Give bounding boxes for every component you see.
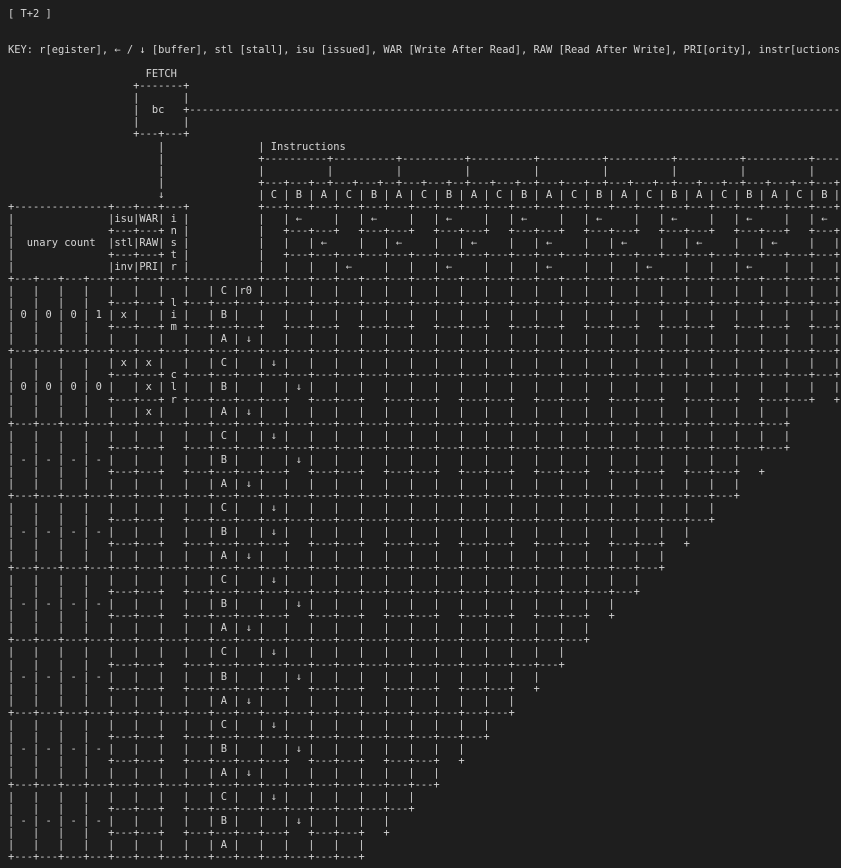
- terminal-line: | | | | +---+---+ m +---+---+---+ +---+-…: [8, 321, 841, 334]
- terminal-line: | unary count |stl|RAW| s | | | | ← | | …: [8, 236, 841, 249]
- terminal-line: | 0 | 0 | 0 | 1 | x | | i | | B | | | | …: [8, 309, 841, 322]
- terminal-line: | |isu|WAR| i | | | ← | | ← | | ← | | ← …: [8, 212, 828, 225]
- terminal-line: | - | - | - | - | | | | | B | | | ↓ | | …: [8, 598, 615, 611]
- terminal-line: | | | | | | | | | A | ↓ | | | | | | | |: [8, 766, 440, 779]
- terminal-line: | | | | | | | | | A | ↓ | | | | | | | | …: [8, 333, 841, 346]
- terminal-line: | +---+---+ n | | +---+---+ +---+---+ +-…: [8, 224, 841, 237]
- terminal-line: [ T+2 ]: [8, 8, 52, 20]
- terminal-line: +---+---+ |: [8, 128, 841, 141]
- terminal-line: | - | - | - | - | | | | | B | | ↓ | | | …: [8, 526, 690, 539]
- terminal-line: | | | | | | | | | C | | ↓ | | | | | | | …: [8, 646, 565, 659]
- terminal-line: | | | | | | | | | A | | | | | |: [8, 839, 365, 852]
- terminal-line: | | | | +---+---+ l +---+---+---+---+---…: [8, 297, 841, 310]
- terminal-line: +---+---+---+---+---+---+---+---+---+---…: [8, 562, 665, 575]
- terminal-line: | - | - | - | - | | | | | B | | | ↓ | | …: [8, 453, 740, 466]
- terminal-line: | +---+---+ t | | +---+---+---+---+---+-…: [8, 248, 841, 261]
- terminal-line: | | | | +---+---+ +---+---+---+---+ +---…: [8, 682, 540, 695]
- terminal-line: +---+---+---+---+---+---+---+---+---+---…: [8, 489, 740, 502]
- terminal-line: | | | | +---+---+ +---+---+---+---+ +---…: [8, 754, 465, 767]
- terminal-line: FETCH: [8, 68, 177, 81]
- pipeline-ascii-diagram: [ T+2 ] KEY: r[egister], ← / ↓ [buffer],…: [8, 8, 841, 863]
- terminal-line: | | | | | | | | | C | | ↓ | | | | | | | …: [8, 429, 790, 442]
- terminal-line: | | | | +---+---+ +---+---+---+---+---+-…: [8, 803, 415, 816]
- terminal-line: +---+---+---+---+---+---+---+---+---+---…: [8, 634, 590, 647]
- terminal-line: | | Instructions ↓: [8, 140, 841, 153]
- terminal-line: | | | | | | | | | A | ↓ | | | | | | | | …: [8, 550, 665, 563]
- terminal-line: ↓ | C | B | A | C | B | A | C | B | A | …: [158, 188, 841, 201]
- terminal-line: | | | | +---+---+ +---+---+---+---+---+-…: [8, 441, 790, 454]
- terminal-line: +---------------+---+---+---+ +---+---+-…: [8, 200, 841, 213]
- terminal-line: | | | | +---+---+ +---+---+---+---+---+-…: [8, 513, 715, 526]
- terminal-line: | +---+---+--+---+---+--+---+---+--+---+…: [158, 176, 841, 189]
- terminal-line: | - | - | - | - | | | | | B | | | ↓ | | …: [8, 742, 465, 755]
- terminal-line: | | | | | | | | | C | | ↓ | | | | | |: [8, 791, 415, 804]
- terminal-line: | | | | | | x | | | A | ↓ | | | | | | | …: [8, 405, 790, 418]
- terminal-line: | | | | +---+---+ +---+---+---+---+ +---…: [8, 610, 615, 623]
- terminal-window: [ T+2 ] KEY: r[egister], ← / ↓ [buffer],…: [0, 0, 841, 868]
- terminal-line: | | | | +---+---+ +---+---+---+---+ +---…: [8, 827, 390, 840]
- terminal-line: | - | - | - | - | | | | | B | | | ↓ | | …: [8, 670, 540, 683]
- terminal-line: | | | | | | | | | A | ↓ | | | | | | | | …: [8, 694, 515, 707]
- terminal-line: +---+---+---+---+---+---+---+---+---+---…: [8, 851, 365, 864]
- terminal-line: | | | | | x | x | | | C | | ↓ | | | | | …: [8, 357, 841, 370]
- terminal-line: | | | | | | | | | A | ↓ | | | | | | | | …: [8, 477, 740, 490]
- terminal-line: | | | | | | | | | A | ↓ | | | | | | | | …: [8, 622, 590, 635]
- terminal-line: | 0 | 0 | 0 | 0 | | x | l | | B | | | ↓ …: [8, 381, 841, 394]
- terminal-line: | | | | +---+---+ +---+---+---+---+---+-…: [8, 730, 490, 743]
- terminal-line: | | | | +---+---+ +---+---+---+---+---+-…: [8, 586, 640, 599]
- terminal-line: | | | | | | | | | C | | ↓ | | | | | | | …: [8, 574, 640, 587]
- terminal-line: +---+---+---+---+---+---+---+---+---+---…: [8, 706, 515, 719]
- terminal-line: | +----------+----------+----------+----…: [158, 152, 841, 165]
- terminal-line: | | | | +---+---+ c +---+---+---+---+---…: [8, 369, 841, 382]
- terminal-line: | | | | | | | | | C | | ↓ | | | | | | | …: [8, 718, 490, 731]
- terminal-line: | | | | +---+---+ r +---+---+---+---+ +-…: [8, 393, 841, 406]
- terminal-line: +---+---+---+---+---+---+---+---+---+---…: [8, 779, 440, 791]
- terminal-line: +-------+: [8, 80, 190, 93]
- terminal-line: | | | | +---+---+ +---+---+---+---+ +---…: [8, 465, 765, 478]
- terminal-line: | | | | | | | | | | | clr | lim |: [158, 164, 815, 177]
- terminal-line: | |: [8, 92, 190, 105]
- terminal-line: | - | - | - | - | | | | | B | | | ↓ | | …: [8, 815, 390, 828]
- terminal-line: | bc +----------------------------------…: [8, 104, 841, 117]
- terminal-line: +---+---+---+---+---+---+---+---+---+---…: [8, 345, 841, 358]
- terminal-line: KEY: r[egister], ← / ↓ [buffer], stl [st…: [8, 44, 841, 57]
- terminal-line: | | | | | | | | | C | | ↓ | | | | | | | …: [8, 501, 715, 514]
- terminal-line: | |inv|PRI| r | | | | | ← | | | ← | | | …: [8, 260, 841, 273]
- terminal-line: | | | | | | | | | C |r0 | | | | | | | | …: [8, 285, 841, 298]
- terminal-line: | | |: [8, 116, 841, 129]
- terminal-line: | | | | +---+---+ +---+---+---+---+---+-…: [8, 658, 565, 671]
- terminal-line: +---+---+---+---+---+---+---+---+---+---…: [8, 417, 790, 430]
- terminal-line: +---+---+---+---+---+---+---+-----------…: [8, 273, 841, 286]
- terminal-line: | | | | +---+---+ +---+---+---+---+ +---…: [8, 538, 690, 551]
